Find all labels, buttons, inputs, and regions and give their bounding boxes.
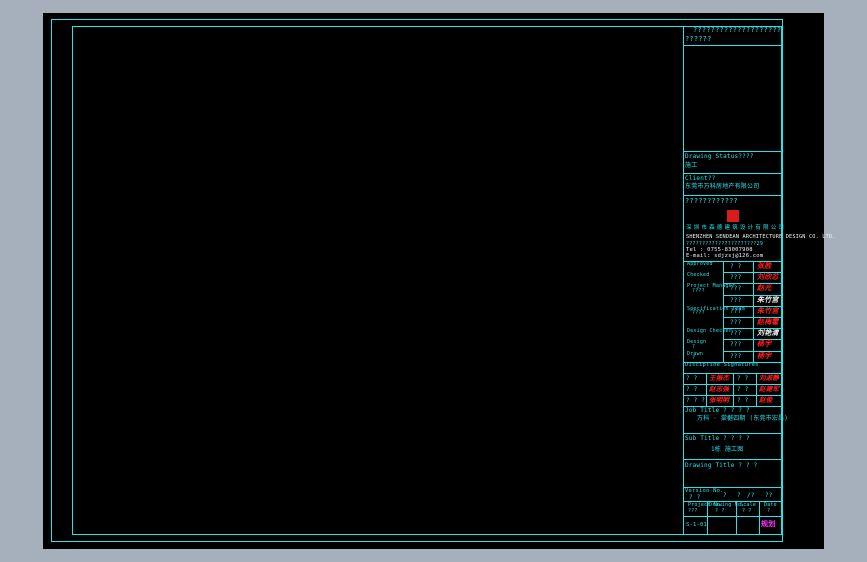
discipline-sig-b: 王振杰 [709, 374, 730, 382]
drawing-area-border [72, 26, 782, 535]
sign-q: ??? [730, 285, 742, 293]
sign-role-sub: ? [692, 355, 696, 362]
discipline-a: ? ? [686, 375, 698, 382]
drawing-number-code: S-1-01 [686, 522, 708, 528]
footer-value-scale: ? ? [742, 508, 752, 514]
divider [683, 459, 782, 460]
signature: 刘艳清 [757, 329, 779, 338]
discipline-c: ? ? [737, 386, 749, 393]
version-q3: ? [737, 492, 741, 499]
divider [683, 151, 782, 152]
footer-value-project: ??? [688, 508, 698, 514]
divider [683, 433, 782, 434]
signature: 刘欣芯 [757, 273, 779, 282]
discipline-a: ? ? [686, 386, 698, 393]
discipline-c: ? ? [737, 375, 749, 382]
drawing-status-value: 施工 [685, 162, 698, 169]
company-name-en: SHENZHEN SENDEAN ARCHITECTURE DESIGN CO.… [686, 234, 836, 240]
row-divider [723, 350, 782, 352]
drawing-title-label: Drawing Title ? ? ? [685, 462, 758, 469]
sign-q: ??? [730, 296, 742, 304]
sign-q: ??? [730, 274, 742, 282]
sign-role-label: Design Checker [687, 328, 732, 335]
sign-q: ??? [730, 341, 742, 349]
signature: 朱竹宫 [757, 295, 779, 304]
signature: 杨宇 [757, 340, 772, 349]
company-name-cn: 深圳市森德建筑设计有限公司 [686, 225, 787, 231]
sub-title-value: 1栋 施工图 [711, 446, 744, 453]
sign-q: ??? [730, 319, 742, 326]
company-logo [727, 210, 739, 222]
client-value: 东莞市万科房地产有限公司 [685, 183, 760, 190]
footer-value-date: ? [767, 508, 771, 514]
sign-q: ??? [730, 352, 742, 360]
discipline-sig-d: 赵俊 [759, 396, 773, 404]
signature: 张胜 [757, 262, 772, 270]
sign-role-sub: ???? [692, 287, 705, 294]
signature: 杨宇 [757, 351, 772, 360]
col-divider [706, 373, 707, 406]
version-q5: ?? [765, 492, 773, 499]
job-title-label: Job Title ? ? ? ? [685, 407, 750, 414]
divider [683, 195, 782, 196]
row-divider [723, 339, 782, 341]
discipline-sig-d: 赵建军 [759, 385, 780, 393]
client-label: Client?? [685, 175, 716, 182]
signature: 赵光 [757, 284, 772, 293]
divider [683, 45, 782, 46]
sign-q: ??? [730, 307, 742, 315]
footer-value-drawing: ? ? [715, 508, 725, 514]
discipline-c: ? ? [737, 397, 749, 404]
signature: 朱竹宫 [757, 306, 779, 315]
job-title-value: 万科 · 棠樾四期 (东莞市宏昌) [697, 415, 789, 422]
divider [683, 516, 782, 517]
design-unit-label: ???????????? [685, 197, 738, 205]
discipline-sig-d: 刘淑静 [759, 374, 780, 382]
version-q2: ? [723, 492, 727, 499]
sign-role-sub: ? [692, 343, 696, 350]
col-divider [756, 373, 757, 406]
drawing-canvas: ???????????????????? ?????? Drawing Stat… [43, 13, 835, 549]
divider [683, 173, 782, 174]
top-line-2: ?????? [685, 35, 712, 43]
title-block-left-edge [683, 26, 684, 534]
sign-q: ? ? [730, 263, 742, 270]
discipline-sig-b: 张明明 [709, 396, 730, 404]
sign-role-label: Approved [687, 261, 713, 267]
version-q4: /? [747, 492, 755, 499]
signature: 赵梅霍 [757, 318, 779, 326]
drawing-status-label: Drawing Status???? [685, 153, 754, 160]
sign-role-label: Design [687, 339, 707, 346]
discipline-sig-b: 赵志强 [709, 385, 730, 393]
sign-q: ??? [730, 330, 742, 338]
col-divider [733, 373, 734, 406]
sign-role-sub: ???? [692, 310, 705, 317]
footer-label-date: Date [764, 502, 777, 508]
col-divider [759, 501, 760, 534]
discipline-a: ? ? ? [686, 397, 706, 404]
sign-role-label: Checked [687, 272, 710, 279]
col-divider [753, 261, 754, 362]
stamp-label: 规划 [761, 520, 776, 528]
discipline-label: Discipline Signatures [685, 362, 759, 368]
sub-title-label: Sub Title ? ? ? ? [685, 435, 750, 442]
company-email: E-mail: sdjzsj@126.com [686, 253, 764, 259]
top-line-1: ???????????????????? [693, 26, 782, 34]
